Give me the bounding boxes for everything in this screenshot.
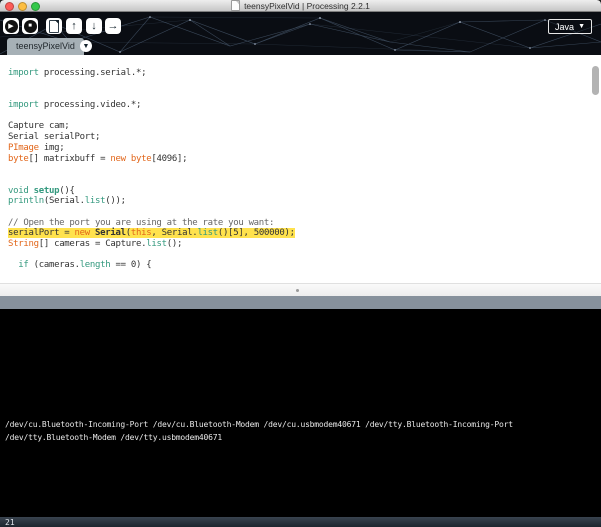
selection-highlight: serialPort = new Serial(this, Serial.lis… [8, 228, 295, 238]
code-token: , Serial. [151, 228, 197, 238]
tab-teensypixelvid[interactable]: teensyPixelVid [7, 38, 84, 55]
code-line[interactable]: println(Serial.list()); [8, 196, 587, 207]
document-icon [231, 0, 240, 11]
chevron-down-icon: ▼ [578, 23, 585, 30]
code-line[interactable]: Serial serialPort; [8, 132, 587, 143]
current-line-number: 21 [5, 518, 15, 527]
code-line[interactable] [8, 207, 587, 218]
code-token: new [110, 154, 125, 164]
horizontal-scrollbar-track[interactable] [0, 283, 601, 297]
code-token: list [146, 239, 166, 249]
code-token: length [80, 260, 111, 270]
code-token: (cameras. [29, 260, 80, 270]
chevron-down-icon: ▼ [83, 43, 90, 50]
code-token: void [8, 186, 28, 196]
code-token: this [131, 228, 151, 238]
code-token: [] matrixbuff = [28, 154, 110, 164]
code-token: setup [34, 186, 60, 196]
code-token: Serial serialPort; [8, 132, 100, 142]
code-token: byte [131, 154, 151, 164]
editor-scrollbar-thumb[interactable] [592, 66, 599, 95]
console: /dev/cu.Bluetooth-Incoming-Port /dev/cu.… [0, 309, 601, 517]
code-token: ()[5], 500000); [218, 228, 295, 238]
code-line[interactable]: import processing.video.*; [8, 100, 587, 111]
code-line[interactable] [8, 175, 587, 186]
code-token [8, 260, 18, 270]
code-line[interactable]: import processing.serial.*; [8, 68, 587, 79]
code-line[interactable] [8, 89, 587, 100]
code-token: if [18, 260, 28, 270]
stop-icon: ■ [24, 20, 37, 33]
save-icon: ↓ [91, 21, 97, 32]
code-line[interactable] [8, 79, 587, 90]
code-token: [4096]; [151, 154, 187, 164]
code-line[interactable]: String[] cameras = Capture.list(); [8, 239, 587, 250]
code-editor[interactable]: import processing.serial.*; import proce… [0, 55, 601, 283]
tab-menu-button[interactable]: ▼ [80, 40, 92, 52]
status-bar: 21 [0, 517, 601, 527]
code-token: ()); [105, 196, 125, 206]
code-line[interactable]: // Open the port you are using at the ra… [8, 218, 587, 229]
code-token: // Open the port you are using at the ra… [8, 218, 274, 228]
export-button[interactable]: → [105, 18, 121, 34]
code-token: new [75, 228, 90, 238]
export-icon: → [108, 21, 119, 32]
code-token: println [8, 196, 44, 206]
console-line: /dev/cu.Bluetooth-Incoming-Port /dev/cu.… [5, 418, 599, 431]
new-sketch-button[interactable] [46, 18, 62, 34]
code-token: list [85, 196, 105, 206]
title-wrap: teensyPixelVid | Processing 2.2.1 [0, 0, 601, 11]
grip-dot [296, 289, 299, 292]
code-token: (); [167, 239, 182, 249]
header: ▶ ■ ↑ ↓ → Java ▼ teensyPixelVid ▼ [0, 12, 601, 55]
processing-ide-window: teensyPixelVid | Processing 2.2.1 [0, 0, 601, 527]
code-token: (){ [59, 186, 74, 196]
mode-label: Java [555, 22, 574, 32]
tab-strip: teensyPixelVid ▼ [0, 38, 601, 55]
run-icon: ▶ [5, 20, 18, 33]
open-icon: ↑ [71, 21, 77, 32]
tab-label: teensyPixelVid [16, 41, 75, 51]
code-token: PImage [8, 143, 39, 153]
code-token: img; [39, 143, 65, 153]
console-lines: /dev/cu.Bluetooth-Incoming-Port /dev/cu.… [5, 418, 599, 444]
code-line[interactable]: PImage img; [8, 143, 587, 154]
run-button[interactable]: ▶ [3, 18, 19, 34]
code-line[interactable]: serialPort = new Serial(this, Serial.lis… [8, 228, 587, 239]
code-token: import [8, 68, 39, 78]
code-token: list [197, 228, 217, 238]
code-token: Serial [95, 228, 126, 238]
code-line[interactable]: byte[] matrixbuff = new byte[4096]; [8, 154, 587, 165]
code-token: processing.serial.*; [39, 68, 147, 78]
new-document-icon [49, 20, 59, 33]
code-line[interactable]: if (cameras.length == 0) { [8, 260, 587, 271]
code-token: == 0) { [110, 260, 151, 270]
code-line[interactable] [8, 164, 587, 175]
code-token: String [8, 239, 39, 249]
title-bar: teensyPixelVid | Processing 2.2.1 [0, 0, 601, 12]
code-lines: import processing.serial.*; import proce… [8, 68, 587, 271]
code-line[interactable]: Capture cam; [8, 121, 587, 132]
stop-button[interactable]: ■ [22, 18, 38, 34]
console-line: /dev/tty.Bluetooth-Modem /dev/tty.usbmod… [5, 431, 599, 444]
code-token: [] cameras = Capture. [39, 239, 147, 249]
code-token: Capture cam; [8, 121, 69, 131]
code-line[interactable] [8, 111, 587, 122]
open-button[interactable]: ↑ [66, 18, 82, 34]
code-token: byte [8, 154, 28, 164]
save-button[interactable]: ↓ [86, 18, 102, 34]
code-token: serialPort = [8, 228, 75, 238]
code-line[interactable] [8, 250, 587, 261]
code-token: processing.video.*; [39, 100, 141, 110]
mode-selector-java[interactable]: Java ▼ [548, 19, 592, 34]
code-token: (Serial. [44, 196, 85, 206]
code-line[interactable]: void setup(){ [8, 186, 587, 197]
message-bar [0, 296, 601, 309]
code-token: import [8, 100, 39, 110]
window-title: teensyPixelVid | Processing 2.2.1 [244, 1, 370, 11]
